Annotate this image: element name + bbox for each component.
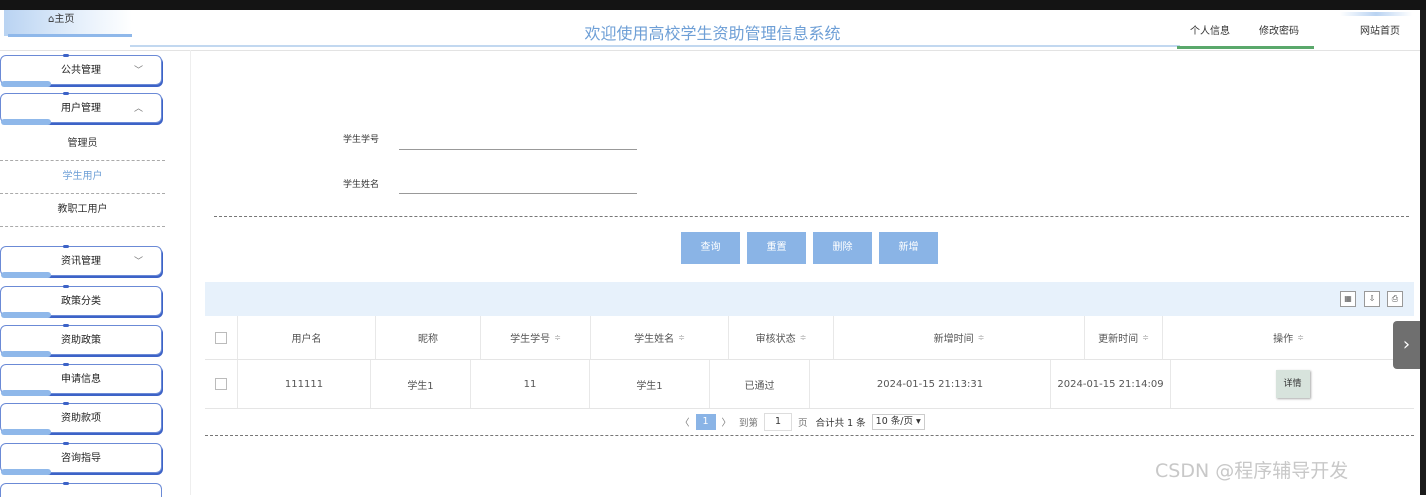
header-decoration — [1340, 12, 1412, 16]
cell-review-status: 已通过 — [710, 360, 810, 408]
sort-icon: ≑ — [977, 333, 985, 342]
cell-student-no: 11 — [471, 360, 590, 408]
sort-icon: ≑ — [799, 333, 807, 342]
col-operations[interactable]: 操作 ≑ — [1163, 316, 1414, 360]
page-size-select[interactable]: 10 条/页 ▾ — [871, 414, 925, 430]
menu-consultation-label: 咨询指导 — [61, 453, 101, 464]
query-button[interactable]: 查询 — [681, 232, 740, 264]
sidebar: 公共管理 ﹀ 用户管理 ︿ 管理员 学生用户 教职工用户 资讯管理 ﹀ 政策分类… — [0, 50, 191, 497]
watermark: CSDN @程序辅导开发 — [1155, 460, 1349, 482]
window-edge — [1420, 10, 1426, 495]
add-button[interactable]: 新增 — [879, 232, 938, 264]
page-title: 欢迎使用高校学生资助管理信息系统 — [584, 24, 841, 43]
cell-student-name: 学生1 — [590, 360, 710, 408]
page-unit-label: 页 — [798, 418, 808, 429]
row-checkbox[interactable] — [215, 378, 227, 390]
sort-icon: ≑ — [554, 333, 561, 342]
prev-page-icon[interactable]: 〈 — [680, 415, 690, 429]
goto-page-input[interactable]: 1 — [764, 413, 793, 431]
student-name-input[interactable] — [399, 177, 637, 194]
cell-operations: 详情 — [1171, 360, 1414, 408]
menu-aid-funds-label: 资助款项 — [61, 413, 101, 424]
pagination: 〈 1 〉 到第 1 页 合计共 1 条 10 条/页 ▾ — [680, 413, 925, 431]
chevron-up-icon: ︿ — [133, 104, 143, 114]
student-name-label: 学生姓名 — [343, 180, 380, 190]
menu-aid-funds[interactable]: 资助款项 — [0, 402, 162, 435]
reset-button[interactable]: 重置 — [747, 232, 806, 264]
nav-active-indicator — [1177, 46, 1314, 49]
chevron-down-icon: ﹀ — [133, 257, 143, 267]
cell-username: 111111 — [238, 360, 371, 408]
cell-updated-time: 2024-01-15 21:14:09 — [1051, 360, 1171, 408]
cell-created-time: 2024-01-15 21:13:31 — [810, 360, 1051, 408]
student-no-input[interactable] — [399, 133, 637, 150]
print-icon[interactable]: ⎙ — [1387, 291, 1403, 307]
page-1-button[interactable]: 1 — [695, 414, 716, 430]
menu-policy-category-label: 政策分类 — [61, 296, 101, 307]
col-nickname[interactable]: 昵称 — [376, 316, 481, 360]
menu-public-label: 公共管理 — [61, 65, 101, 76]
export-icon[interactable]: ⇩ — [1364, 291, 1380, 307]
menu-news[interactable]: 资讯管理 ﹀ — [0, 245, 162, 278]
col-username[interactable]: 用户名 — [238, 316, 376, 360]
menu-users[interactable]: 用户管理 ︿ — [0, 92, 162, 125]
col-student-name[interactable]: 学生姓名 ≑ — [591, 316, 729, 360]
sort-icon: ≑ — [1142, 333, 1149, 342]
chevron-down-icon: ﹀ — [133, 66, 143, 76]
nav-site-home[interactable]: 网站首页 — [1360, 22, 1400, 37]
top-strip — [0, 0, 1426, 10]
total-count: 合计共 1 条 — [815, 418, 866, 429]
nav-profile[interactable]: 个人信息 — [1190, 22, 1230, 37]
col-created-time[interactable]: 新增时间 ≑ — [834, 316, 1085, 360]
col-updated-time[interactable]: 更新时间 ≑ — [1085, 316, 1163, 360]
header-checkbox-cell — [205, 316, 238, 360]
next-page-icon[interactable]: 〉 — [722, 415, 732, 429]
chevron-right-icon[interactable]: › — [1393, 321, 1420, 369]
sidebar-item-admin[interactable]: 管理员 — [0, 128, 165, 161]
nav-change-password[interactable]: 修改密码 — [1259, 22, 1299, 37]
delete-button[interactable]: 删除 — [813, 232, 872, 264]
title-divider — [130, 45, 1180, 47]
menu-news-label: 资讯管理 — [61, 256, 101, 267]
sort-icon: ≑ — [678, 333, 685, 342]
detail-button[interactable]: 详情 — [1275, 370, 1310, 398]
table-bottom-divider — [205, 435, 1414, 436]
col-student-no[interactable]: 学生学号 ≑ — [481, 316, 591, 360]
table-header-row: 用户名 昵称 学生学号 ≑ 学生姓名 ≑ 审核状态 ≑ 新增时间 ≑ 更新时间 ≑ 操作 ≑ — [205, 316, 1414, 360]
menu-aid-policy-label: 资助政策 — [61, 335, 101, 346]
menu-aid-policy[interactable]: 资助政策 — [0, 324, 162, 357]
home-underline — [8, 34, 132, 37]
row-checkbox-cell — [205, 360, 238, 408]
home-link[interactable]: ⌂主页 — [4, 10, 132, 36]
sidebar-item-staff-users[interactable]: 教职工用户 — [0, 194, 165, 227]
menu-applications[interactable]: 申请信息 — [0, 363, 162, 396]
sort-icon: ≑ — [1297, 333, 1304, 342]
columns-icon[interactable]: ▦ — [1340, 291, 1356, 307]
cell-nickname: 学生1 — [371, 360, 471, 408]
student-no-label: 学生学号 — [343, 135, 380, 145]
sidebar-item-student-users[interactable]: 学生用户 — [0, 161, 165, 194]
search-divider — [214, 216, 1409, 217]
menu-consultation[interactable]: 咨询指导 — [0, 442, 162, 475]
menu-public[interactable]: 公共管理 ﹀ — [0, 54, 162, 87]
menu-users-label: 用户管理 — [61, 103, 101, 114]
table-toolbar — [205, 282, 1414, 316]
select-all-checkbox[interactable] — [215, 331, 227, 344]
col-review-status[interactable]: 审核状态 ≑ — [729, 316, 834, 360]
menu-applications-label: 申请信息 — [61, 374, 101, 385]
table-row: 111111 学生1 11 学生1 已通过 2024-01-15 21:13:3… — [205, 360, 1414, 409]
goto-label: 到第 — [739, 418, 759, 429]
menu-policy-category[interactable]: 政策分类 — [0, 285, 162, 318]
